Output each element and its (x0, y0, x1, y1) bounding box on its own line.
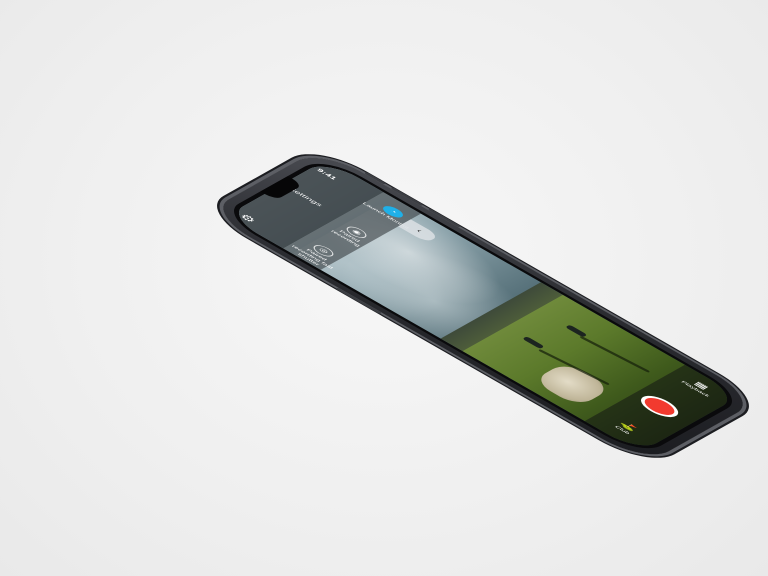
scene-background: 9:41 Settings ⚙ ◔ Launch Monitor ◉ Paire… (0, 0, 768, 576)
phone-bezel: 9:41 Settings ⚙ ◔ Launch Monitor ◉ Paire… (219, 155, 747, 457)
phone-body: 9:41 Settings ⚙ ◔ Launch Monitor ◉ Paire… (206, 148, 760, 464)
status-time: 9:41 (315, 167, 339, 181)
chevron-icon: ‹ (414, 228, 424, 234)
app-screen: 9:41 Settings ⚙ ◔ Launch Monitor ◉ Paire… (226, 159, 740, 453)
gear-icon[interactable]: ⚙ (237, 212, 260, 225)
